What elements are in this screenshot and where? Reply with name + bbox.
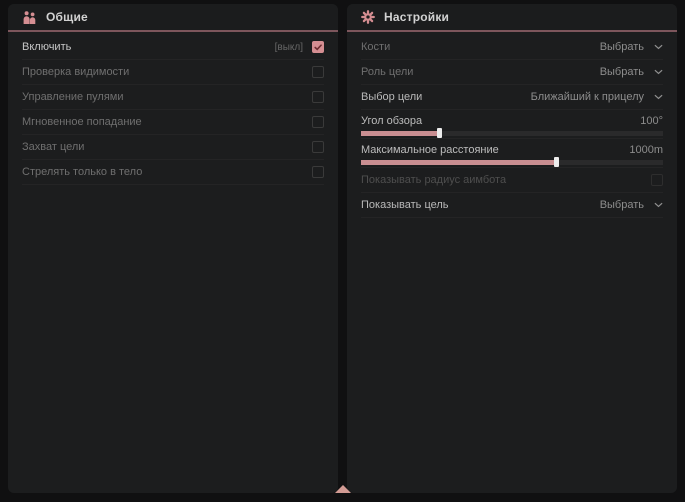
panel-general-body: Включить [выкл] Проверка видимости [8,32,338,185]
show-aimbot-radius-checkbox[interactable] [651,174,663,186]
check-icon [314,44,322,51]
row-instant-hit-label: Мгновенное попадание [22,116,312,128]
row-show-target: Показывать цель Выбрать [361,193,663,218]
enable-checkbox[interactable] [312,41,324,53]
people-icon [22,11,37,24]
fov-slider-fill [361,131,440,136]
bones-select[interactable]: Выбрать [600,41,663,53]
chevron-down-icon [654,69,663,75]
bones-select-value: Выбрать [600,41,644,53]
max-distance-slider[interactable] [361,160,663,165]
show-target-select-value: Выбрать [600,199,644,211]
fov-value: 100° [640,115,663,127]
row-body-only[interactable]: Стрелять только в тело [22,160,324,185]
row-visibility-check[interactable]: Проверка видимости [22,60,324,85]
panel-general: Общие Включить [выкл] Проверка видимости [8,4,338,493]
target-choice-select-value: Ближайший к прицелу [531,91,644,103]
row-target-role: Роль цели Выбрать [361,60,663,85]
panels-container: Общие Включить [выкл] Проверка видимости [8,4,677,493]
row-show-target-label: Показывать цель [361,199,600,211]
row-enable-label: Включить [22,41,275,53]
row-bullet-control-label: Управление пулями [22,91,312,103]
row-instant-hit[interactable]: Мгновенное попадание [22,110,324,135]
fov-slider[interactable] [361,131,663,136]
panel-settings-header: Настройки [347,4,677,32]
panel-general-title: Общие [46,10,88,24]
row-body-only-label: Стрелять только в тело [22,166,312,178]
instant-hit-checkbox[interactable] [312,116,324,128]
target-choice-select[interactable]: Ближайший к прицелу [531,91,663,103]
row-target-lock[interactable]: Захват цели [22,135,324,160]
target-lock-checkbox[interactable] [312,141,324,153]
bullet-control-checkbox[interactable] [312,91,324,103]
target-role-select-value: Выбрать [600,66,644,78]
row-fov: Угол обзора 100° [361,110,663,139]
row-show-aimbot-radius-label: Показывать радиус аимбота [361,174,651,186]
panel-settings-body: Кости Выбрать Роль цели Выбрать [347,32,677,218]
row-bullet-control[interactable]: Управление пулями [22,85,324,110]
row-target-choice-label: Выбор цели [361,91,531,103]
show-target-select[interactable]: Выбрать [600,199,663,211]
panel-settings-title: Настройки [384,10,449,24]
row-enable[interactable]: Включить [выкл] [22,35,324,60]
row-max-distance-label: Максимальное расстояние [361,144,499,156]
chevron-down-icon [654,94,663,100]
row-target-lock-label: Захват цели [22,141,312,153]
row-bones: Кости Выбрать [361,35,663,60]
scroll-up-indicator[interactable] [335,485,351,493]
visibility-check-checkbox[interactable] [312,66,324,78]
row-max-distance: Максимальное расстояние 1000m [361,139,663,168]
gear-icon [361,10,375,24]
chevron-down-icon [654,202,663,208]
row-target-choice: Выбор цели Ближайший к прицелу [361,85,663,110]
target-role-select[interactable]: Выбрать [600,66,663,78]
panel-settings: Настройки Кости Выбрать Роль цели Выбрат… [347,4,677,493]
max-distance-slider-fill [361,160,557,165]
max-distance-slider-handle[interactable] [554,157,559,167]
row-visibility-check-label: Проверка видимости [22,66,312,78]
row-target-role-label: Роль цели [361,66,600,78]
max-distance-value: 1000m [629,144,663,156]
row-fov-label: Угол обзора [361,115,422,127]
chevron-down-icon [654,44,663,50]
fov-slider-handle[interactable] [437,128,442,138]
body-only-checkbox[interactable] [312,166,324,178]
row-show-aimbot-radius[interactable]: Показывать радиус аимбота [361,168,663,193]
row-bones-label: Кости [361,41,600,53]
panel-general-header: Общие [8,4,338,32]
hotkey-hint: [выкл] [275,42,303,53]
